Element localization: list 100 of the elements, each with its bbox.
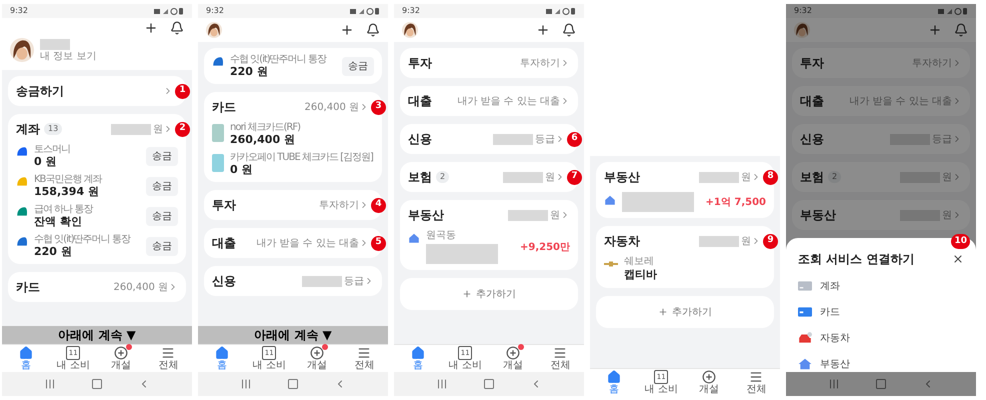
item-label: 원곡동: [426, 230, 457, 242]
section-card[interactable]: 부동산 원: [792, 200, 970, 230]
recent-apps-icon[interactable]: [828, 378, 840, 390]
home-button-icon[interactable]: [286, 378, 299, 390]
tab[interactable]: 개설: [293, 345, 340, 372]
card-value: 투자하기: [912, 56, 952, 70]
avatar[interactable]: [794, 22, 810, 38]
section-card[interactable]: 부동산 원 원곡동 +9,250만: [400, 200, 578, 270]
transfer-button[interactable]: 송금: [146, 146, 178, 166]
callout-number: 2: [175, 122, 190, 136]
status-time: 9:32: [794, 5, 812, 17]
continue-banner: 아래에 계속 ▼: [2, 326, 192, 344]
service-option[interactable]: 카드: [798, 304, 964, 320]
section-card[interactable]: 신용 등급: [792, 124, 970, 154]
tab[interactable]: 전체: [536, 345, 584, 372]
tab[interactable]: 홈: [590, 369, 638, 396]
home-button-icon[interactable]: [482, 378, 495, 390]
item-label: nori 체크카드(RF): [230, 122, 302, 133]
recent-apps-icon[interactable]: [240, 378, 252, 390]
menu-icon: [553, 346, 568, 360]
card-title: 카드: [16, 279, 40, 296]
service-option[interactable]: 계좌: [798, 278, 964, 294]
plus-icon: [658, 307, 668, 317]
section-card[interactable]: 신용 등급: [204, 266, 382, 296]
car-model: 캡티바: [624, 268, 658, 282]
item-amount: 158,394 원: [34, 185, 100, 198]
notification-icon[interactable]: [954, 23, 968, 37]
transfer-button[interactable]: 송금: [342, 56, 374, 76]
add-button[interactable]: 추가하기: [596, 296, 774, 328]
tab[interactable]: 개설: [489, 345, 536, 372]
item-amount: 220 원: [34, 245, 73, 258]
tab[interactable]: 전체: [340, 345, 388, 372]
card-title: 부동산: [604, 169, 640, 186]
house-icon: [798, 358, 812, 370]
value-change: +1억 7,500: [706, 196, 766, 210]
tab[interactable]: 개설: [97, 345, 144, 372]
avatar[interactable]: [10, 38, 34, 62]
section-card[interactable]: 대출 내가 받을 수 있는 대출: [400, 86, 578, 116]
bankbook-icon: [798, 281, 812, 291]
card-title: 송금하기: [16, 83, 64, 100]
item-label: 수협 잇(it)딴주머니 통장: [34, 234, 132, 245]
status-icons: [350, 7, 380, 15]
tab[interactable]: 개설: [685, 369, 732, 396]
add-button[interactable]: 추가하기: [400, 278, 578, 310]
value-change: +9,250만: [520, 240, 570, 254]
tab[interactable]: 홈: [394, 345, 442, 372]
add-icon[interactable]: [144, 21, 158, 35]
callout-number: 10: [951, 234, 970, 249]
card-value: 260,400 원: [113, 280, 168, 294]
home-button-icon[interactable]: [90, 378, 103, 390]
callout-number: 5: [371, 236, 386, 250]
status-time: 9:32: [10, 5, 28, 17]
menu-icon: [357, 346, 372, 360]
status-icons: [154, 7, 184, 15]
section-card[interactable]: 수협 잇(it)딴주머니 통장 220 원 송금: [204, 48, 382, 84]
car-brand-icon: [604, 260, 618, 268]
avatar[interactable]: [402, 22, 418, 38]
count-badge: 2: [436, 171, 450, 183]
card-title: 부동산: [408, 207, 444, 224]
item-label: 수협 잇(it)딴주머니 통장: [230, 54, 328, 65]
card-value: 원: [545, 170, 555, 184]
status-time: 9:32: [206, 5, 224, 17]
section-card[interactable]: 대출 내가 받을 수 있는 대출: [792, 86, 970, 116]
card-value: 내가 받을 수 있는 대출: [457, 94, 560, 108]
card-icon: [798, 307, 812, 317]
card-title: 자동차: [604, 233, 640, 250]
section-card[interactable]: 투자 투자하기: [792, 48, 970, 78]
notification-icon[interactable]: [562, 23, 576, 37]
add-icon[interactable]: [340, 23, 354, 37]
notification-icon[interactable]: [170, 21, 184, 35]
card-title: 신용: [212, 273, 236, 290]
service-option[interactable]: 부동산: [798, 356, 964, 372]
section-card[interactable]: 카드 260,400 원: [8, 272, 186, 302]
card-value: 투자하기: [319, 198, 359, 212]
home-icon: [606, 370, 621, 384]
transfer-button[interactable]: 송금: [146, 206, 178, 226]
notification-icon[interactable]: [366, 23, 380, 37]
recent-apps-icon[interactable]: [44, 378, 56, 390]
profile-link[interactable]: 내 정보 보기: [40, 52, 96, 62]
card-value: 원: [741, 170, 751, 184]
house-icon: [604, 194, 616, 206]
transfer-button[interactable]: 송금: [146, 236, 178, 256]
section-card[interactable]: 투자 투자하기: [400, 48, 578, 78]
tab[interactable]: 홈: [198, 345, 246, 372]
tab[interactable]: 홈: [2, 345, 50, 372]
add-icon[interactable]: [536, 23, 550, 37]
section-card[interactable]: 보험 2 원: [792, 162, 970, 192]
status-time: 9:32: [402, 5, 420, 17]
close-icon[interactable]: [952, 253, 964, 265]
add-circle-icon: [702, 370, 716, 384]
card-title: 카드: [212, 99, 236, 116]
home-button-icon[interactable]: [874, 378, 887, 390]
transfer-button[interactable]: 송금: [146, 176, 178, 196]
tab[interactable]: 전체: [144, 345, 192, 372]
add-icon[interactable]: [928, 23, 942, 37]
card-value: 원: [741, 234, 751, 248]
recent-apps-icon[interactable]: [436, 378, 448, 390]
tab[interactable]: 전체: [732, 369, 780, 396]
avatar[interactable]: [206, 22, 222, 38]
service-option[interactable]: 자동차: [798, 330, 964, 346]
